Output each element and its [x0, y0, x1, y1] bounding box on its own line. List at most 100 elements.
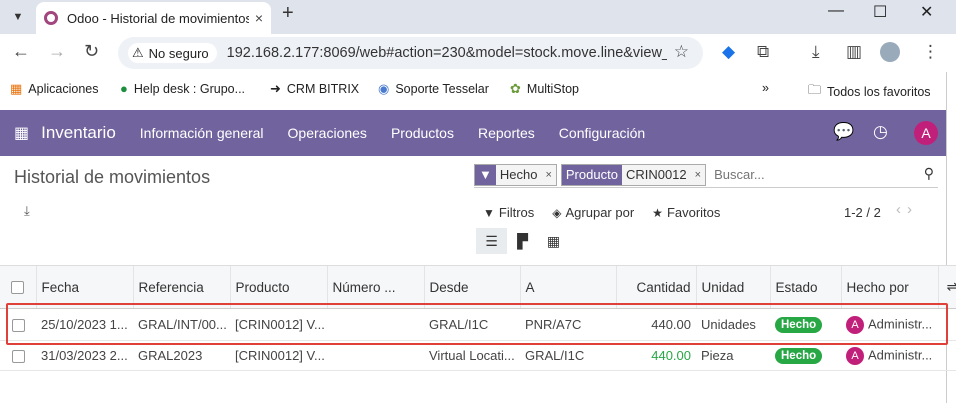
col-estado[interactable]: Estado [769, 265, 841, 309]
cell-numero [327, 308, 424, 341]
back-icon[interactable]: ← [12, 41, 30, 62]
tab-search-icon[interactable]: ▼ [6, 5, 30, 29]
download-icon[interactable]: ⤓ [812, 42, 820, 62]
maximize-icon[interactable]: ☐ [873, 2, 887, 22]
url-text[interactable]: 192.168.2.177:8069/web#action=230&model=… [227, 45, 667, 61]
favorites-dropdown[interactable]: ★ Favoritos [652, 205, 720, 220]
bookmark-soporte[interactable]: ◉ Soporte Tesselar [378, 81, 489, 97]
pivot-view-icon[interactable]: ▦ [538, 228, 569, 254]
security-chip[interactable]: ⚠ No seguro [128, 43, 217, 63]
apps-grid-icon: ▦ [10, 81, 23, 96]
facet-producto[interactable]: Producto CRIN0012 × [560, 163, 707, 186]
chat-icon[interactable]: 💬 [833, 122, 854, 142]
extensions-icon[interactable]: ⧉ [757, 42, 769, 62]
col-hecho-por[interactable]: Hecho por [840, 265, 938, 309]
bookmark-label: Help desk : Grupo... [133, 81, 246, 96]
bookmark-all-folders[interactable]: 🗀 Todos los favoritos [808, 81, 931, 103]
bookmark-apps[interactable]: ▦ Aplicaciones [10, 81, 98, 97]
list-view-icon[interactable]: ☰ [476, 228, 507, 254]
status-badge: Hecho [775, 317, 823, 333]
facet-hecho[interactable]: ▼ Hecho × [474, 163, 557, 186]
star-icon: ★ [652, 205, 663, 220]
col-a[interactable]: A [519, 265, 616, 309]
activity-clock-icon[interactable]: ◷ [873, 122, 888, 142]
arrow-circle-icon: ➜ [270, 81, 281, 96]
bookmark-helpdesk[interactable]: ● Help desk : Grupo... [120, 81, 245, 96]
omnibox[interactable]: ⚠ No seguro 192.168.2.177:8069/web#actio… [118, 37, 703, 69]
pager-next-icon[interactable]: › [907, 201, 918, 218]
new-tab-button[interactable]: + [282, 2, 294, 25]
search-input[interactable] [714, 167, 915, 182]
menu-reportes[interactable]: Reportes [478, 125, 535, 141]
moves-table: Fecha Referencia Producto Número ... Des… [0, 265, 956, 371]
bookmark-multistop[interactable]: ✿ MultiStop [510, 81, 579, 97]
search-panel-toggles: ▼ Filtros ◈ Agrupar por ★ Favoritos [483, 205, 738, 220]
menu-operaciones[interactable]: Operaciones [288, 125, 367, 141]
col-producto[interactable]: Producto [229, 265, 327, 309]
cell-estado: Hecho [770, 308, 841, 341]
pager-prev-icon[interactable]: ‹ [896, 201, 907, 218]
facet-remove-icon[interactable]: × [541, 164, 556, 185]
col-fecha[interactable]: Fecha [35, 265, 133, 309]
col-referencia[interactable]: Referencia [132, 265, 230, 309]
tab-close-icon[interactable]: × [255, 10, 263, 26]
table-row[interactable]: 25/10/2023 1... GRAL/INT/00... [CRIN0012… [0, 308, 956, 341]
reload-icon[interactable]: ↻ [84, 41, 99, 62]
cell-cantidad: 440.00 [616, 308, 696, 341]
cell-a: PNR/A7C [520, 308, 616, 341]
col-desde[interactable]: Desde [423, 265, 520, 309]
user-name: Administr... [868, 315, 933, 331]
chrome-menu-icon[interactable]: ⋮ [922, 42, 939, 62]
row-checkbox[interactable] [0, 308, 36, 341]
facet-value: CRIN0012 [621, 164, 691, 185]
download-export-icon[interactable]: ⤓ [24, 203, 30, 219]
app-menu-icon[interactable]: ▦ [14, 123, 29, 143]
address-bar-row: ← → ↻ ⚠ No seguro 192.168.2.177:8069/web… [0, 34, 956, 72]
col-unidad[interactable]: Unidad [695, 265, 770, 309]
helpdesk-icon: ● [120, 81, 128, 96]
col-numero[interactable]: Número ... [326, 265, 424, 309]
filters-dropdown[interactable]: ▼ Filtros [483, 205, 534, 220]
pager-value[interactable]: 1-2 / 2 [844, 205, 881, 220]
window-close-icon[interactable]: ✕ [920, 2, 933, 22]
bookmark-star-icon[interactable]: ☆ [674, 42, 689, 62]
table-header-row: Fecha Referencia Producto Número ... Des… [0, 265, 956, 309]
filter-funnel-icon: ▼ [475, 164, 496, 185]
row-checkbox[interactable] [0, 340, 36, 371]
app-brand[interactable]: Inventario [41, 123, 116, 143]
menu-configuracion[interactable]: Configuración [559, 125, 645, 141]
bookmark-label: CRM BITRIX [286, 82, 360, 96]
kanban-view-icon[interactable]: ▛ [507, 228, 538, 254]
bookmark-label: Aplicaciones [28, 82, 99, 96]
user-avatar[interactable]: A [914, 121, 938, 145]
cell-fecha: 31/03/2023 2... [36, 340, 133, 371]
cell-cantidad: 440.00 [616, 340, 696, 371]
profile-avatar-icon[interactable] [880, 42, 900, 62]
col-cantidad[interactable]: Cantidad [615, 265, 696, 309]
select-all-checkbox[interactable] [0, 265, 36, 309]
cell-empty [938, 308, 956, 341]
groupby-dropdown[interactable]: ◈ Agrupar por [552, 205, 634, 220]
menu-productos[interactable]: Productos [391, 125, 454, 141]
odoo-navbar: ▦ Inventario Información general Operaci… [0, 110, 946, 156]
menu-informacion-general[interactable]: Información general [140, 125, 264, 141]
view-switcher: ☰ ▛ ▦ [476, 228, 569, 254]
groupby-label: Agrupar por [565, 205, 635, 220]
facet-remove-icon[interactable]: × [690, 164, 706, 185]
side-panel-icon[interactable]: ▥ [846, 42, 862, 62]
multistop-icon: ✿ [510, 81, 521, 96]
table-row[interactable]: 31/03/2023 2... GRAL2023 [CRIN0012] V...… [0, 340, 956, 371]
search-bar: ▼ Hecho × Producto CRIN0012 × ⚲ [474, 162, 938, 188]
bookmark-label: Soporte Tesselar [395, 82, 489, 96]
bookmarks-overflow-icon[interactable]: » [762, 81, 769, 95]
shield-extension-icon[interactable]: ◆ [722, 42, 735, 62]
browser-tab[interactable]: Odoo - Historial de movimientos × [36, 2, 271, 34]
minimize-icon[interactable]: — [828, 2, 844, 20]
column-settings-icon[interactable]: ⇌ [937, 265, 956, 309]
layers-icon: ◈ [552, 205, 562, 220]
cell-referencia: GRAL/INT/00... [133, 308, 230, 341]
forward-icon[interactable]: → [48, 41, 66, 62]
user-name: Administr... [868, 346, 933, 362]
search-icon[interactable]: ⚲ [924, 165, 934, 182]
bookmark-crm-bitrix[interactable]: ➜ CRM BITRIX [270, 81, 359, 97]
